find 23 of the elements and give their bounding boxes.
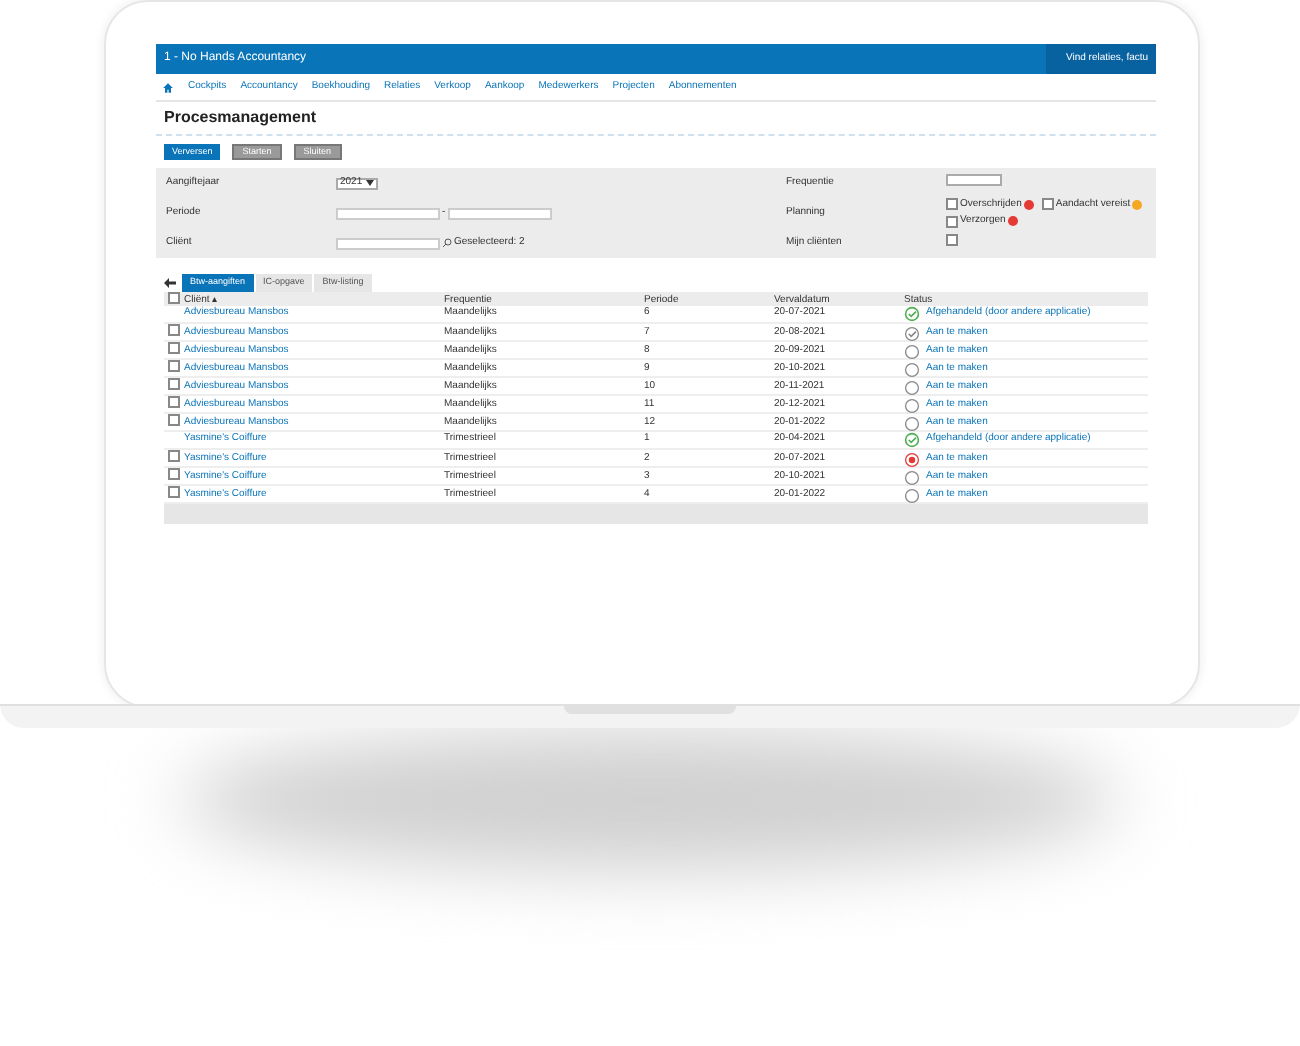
search-icon[interactable] (442, 238, 452, 248)
period-from-field[interactable] (336, 207, 440, 219)
period-to-field[interactable] (447, 207, 552, 219)
home-icon[interactable] (162, 81, 174, 93)
checkbox[interactable] (168, 396, 180, 408)
checkbox[interactable] (946, 198, 958, 211)
checkbox[interactable] (168, 414, 180, 426)
checkbox[interactable] (168, 450, 180, 462)
client-field[interactable] (336, 237, 440, 249)
checkbox[interactable] (168, 378, 180, 390)
checkbox[interactable] (946, 215, 958, 228)
caret-icon (366, 180, 375, 186)
arrow-left-icon[interactable] (164, 278, 176, 288)
page-title: Procesmanagement (164, 106, 317, 130)
checkbox[interactable] (1041, 198, 1054, 211)
select-all-checkbox[interactable] (168, 292, 180, 304)
checkbox[interactable] (168, 324, 180, 336)
checkbox[interactable] (168, 360, 180, 372)
checkbox[interactable] (168, 342, 180, 354)
frequency-select[interactable] (946, 173, 1002, 186)
checkbox[interactable] (946, 233, 958, 246)
checkbox[interactable] (168, 486, 180, 498)
checkbox[interactable] (168, 468, 180, 480)
